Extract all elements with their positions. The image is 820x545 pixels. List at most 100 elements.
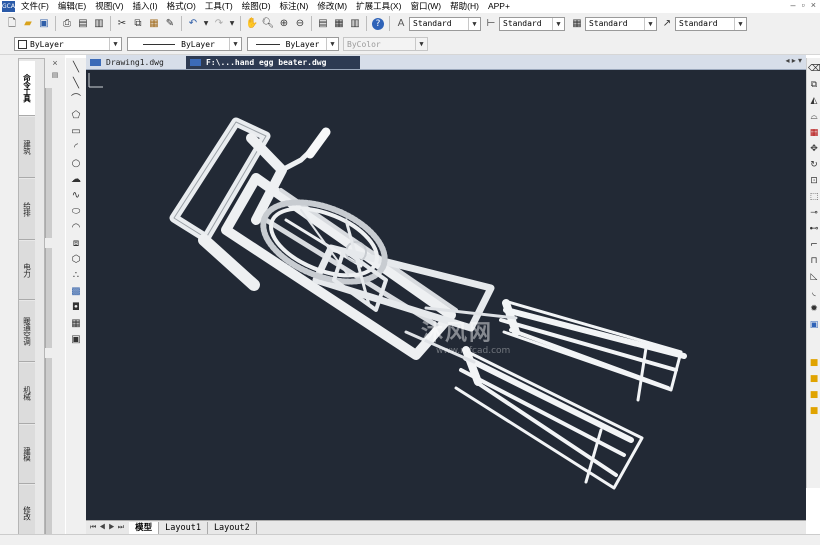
rotate-icon[interactable]: ↻ — [808, 160, 820, 171]
circle-icon[interactable]: ○ — [69, 158, 83, 170]
polyline-icon[interactable]: ⌒ — [69, 94, 83, 106]
fillet-icon[interactable]: ◟ — [808, 288, 820, 299]
tab-scroll-arrows-icon[interactable]: ◂ ▸ ▾ — [786, 56, 803, 65]
print-icon[interactable]: ⎙ — [61, 18, 73, 30]
layer-select[interactable]: ByLayer ▼ — [14, 37, 122, 51]
scale-icon[interactable]: ⊡ — [808, 176, 820, 187]
tab-hand-egg-beater[interactable]: F:\...hand egg beater.dwg — [186, 56, 360, 69]
tab-layout1[interactable]: Layout1 — [159, 522, 208, 534]
palette-tab-plumbing[interactable]: 给排 — [19, 179, 35, 240]
palette-tab-hvac[interactable]: 暖通空调 — [19, 301, 35, 362]
polygon-icon[interactable]: ⬠ — [69, 110, 83, 122]
chamfer-icon[interactable]: ◺ — [808, 272, 820, 283]
properties-edit-icon[interactable]: ▣ — [808, 320, 820, 331]
arc-icon[interactable]: ◜ — [69, 142, 83, 154]
make-block-icon[interactable]: ⬡ — [69, 254, 83, 266]
design-center-icon[interactable]: ▦ — [333, 18, 345, 30]
point-icon[interactable]: ∴ — [69, 270, 83, 282]
cut-icon[interactable]: ✂ — [116, 18, 128, 30]
trim-icon[interactable]: ⊸ — [808, 208, 820, 219]
undo-icon[interactable]: ↶ — [187, 18, 199, 30]
palette-scrollbar[interactable] — [45, 358, 52, 538]
palette-tab-modeling[interactable]: 建模 — [19, 425, 35, 484]
rectangle-icon[interactable]: ▭ — [69, 126, 83, 138]
dim-style-select[interactable]: Standard ▼ — [499, 16, 565, 31]
menu-tools[interactable]: 工具(T) — [205, 0, 233, 13]
close-icon[interactable]: × — [45, 58, 65, 68]
hatch-icon[interactable]: ▩ — [69, 286, 83, 298]
array-icon[interactable]: ▦ — [808, 128, 820, 139]
tab-model[interactable]: 模型 — [129, 522, 160, 534]
mleader-style-select[interactable]: Standard ▼ — [675, 16, 747, 31]
explode-icon[interactable]: ✹ — [808, 304, 820, 315]
region-icon[interactable]: ◘ — [69, 302, 83, 314]
redo-icon[interactable]: ↷ — [213, 18, 225, 30]
ellipse-icon[interactable]: ⬭ — [69, 206, 83, 218]
lineweight-select[interactable]: ByLayer ▼ — [247, 37, 339, 51]
palette-tab-command-tools[interactable]: 命令工具 — [19, 61, 35, 116]
construction-line-icon[interactable]: ╲ — [69, 78, 83, 90]
linetype-select[interactable]: ByLayer ▼ — [127, 37, 242, 51]
menu-app-plus[interactable]: APP+ — [488, 0, 510, 13]
menu-draw[interactable]: 绘图(D) — [242, 0, 271, 13]
revision-cloud-icon[interactable]: ☁ — [69, 174, 83, 186]
menu-edit[interactable]: 编辑(E) — [58, 0, 86, 13]
break-icon[interactable]: ⌐ — [808, 240, 820, 251]
offset-icon[interactable]: ⌓ — [808, 112, 820, 123]
menu-window[interactable]: 窗口(W) — [410, 0, 441, 13]
layout-nav-arrows-icon[interactable]: ⏮◀▶⏭ — [90, 524, 127, 532]
palette-tab-architecture[interactable]: 建筑 — [19, 117, 35, 178]
stretch-icon[interactable]: ⬚ — [808, 192, 820, 203]
save-icon[interactable]: ▣ — [38, 18, 50, 30]
palette-scrollbar[interactable] — [45, 88, 52, 238]
menu-file[interactable]: 文件(F) — [21, 0, 49, 13]
open-folder-icon[interactable]: ▰ — [22, 18, 34, 30]
zoom-window-icon[interactable]: ⊕ — [278, 18, 290, 30]
dropdown-arrow-icon[interactable]: ▼ — [229, 18, 235, 30]
paste-icon[interactable]: ▦ — [148, 18, 160, 30]
draworder-back-icon[interactable]: ■ — [808, 374, 820, 385]
zoom-previous-icon[interactable]: ⊖ — [294, 18, 306, 30]
image-icon[interactable]: ▣ — [69, 334, 83, 346]
menu-insert[interactable]: 插入(I) — [133, 0, 158, 13]
tab-drawing1[interactable]: Drawing1.dwg — [90, 56, 182, 69]
close-button[interactable]: × — [811, 0, 816, 10]
tool-palettes-icon[interactable]: ▥ — [349, 18, 361, 30]
palette-tab-mechanical[interactable]: 机械 — [19, 363, 35, 424]
menu-modify[interactable]: 修改(M) — [317, 0, 347, 13]
help-icon[interactable]: ? — [372, 17, 384, 30]
menu-help[interactable]: 帮助(H) — [450, 0, 479, 13]
zoom-realtime-icon[interactable]: 🔍︎ — [262, 18, 275, 30]
match-properties-brush-icon[interactable]: ✎ — [164, 18, 176, 30]
palette-tab-electrical[interactable]: 电力 — [19, 241, 35, 300]
ellipse-arc-icon[interactable]: ◠ — [69, 222, 83, 234]
menu-extension-tools[interactable]: 扩展工具(X) — [356, 0, 401, 13]
extend-icon[interactable]: ⊷ — [808, 224, 820, 235]
palette-menu-icon[interactable]: ▤ — [45, 70, 65, 80]
new-file-icon[interactable]: 🗋 — [6, 18, 18, 30]
copy-icon[interactable]: ⧉ — [132, 18, 144, 30]
properties-icon[interactable]: ▤ — [317, 18, 329, 30]
draworder-under-icon[interactable]: ■ — [808, 406, 820, 417]
copy-object-icon[interactable]: ⧉ — [808, 80, 820, 91]
line-icon[interactable]: ╲ — [69, 62, 83, 74]
tab-layout2[interactable]: Layout2 — [208, 522, 257, 534]
pan-hand-icon[interactable]: ✋ — [246, 18, 258, 30]
text-style-select[interactable]: Standard ▼ — [409, 16, 481, 31]
print-preview-icon[interactable]: ▤ — [77, 18, 89, 30]
restore-button[interactable]: ▫ — [802, 0, 805, 10]
menu-dimension[interactable]: 标注(N) — [280, 0, 309, 13]
join-icon[interactable]: ⊓ — [808, 256, 820, 267]
insert-block-icon[interactable]: ⧈ — [69, 238, 83, 250]
move-icon[interactable]: ✥ — [808, 144, 820, 155]
minimize-button[interactable]: – — [791, 0, 796, 10]
menu-view[interactable]: 视图(V) — [95, 0, 123, 13]
drawing-canvas[interactable]: 沐风网 www.mfcad.com — [86, 70, 806, 520]
table-icon[interactable]: ▦ — [69, 318, 83, 330]
table-style-select[interactable]: Standard ▼ — [585, 16, 657, 31]
mirror-icon[interactable]: ◭ — [808, 96, 820, 107]
draworder-front-icon[interactable]: ■ — [808, 358, 820, 369]
draworder-above-icon[interactable]: ■ — [808, 390, 820, 401]
spline-icon[interactable]: ∿ — [69, 190, 83, 202]
palette-scrollbar[interactable] — [45, 248, 52, 348]
